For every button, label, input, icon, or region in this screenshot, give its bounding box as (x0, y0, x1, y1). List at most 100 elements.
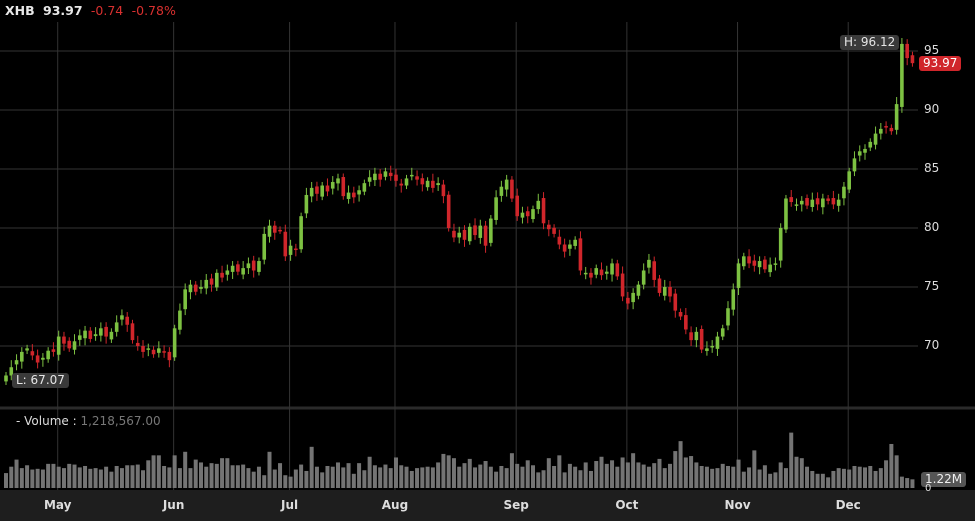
volume-bar (615, 466, 620, 488)
candle-down (615, 263, 620, 277)
volume-bar (256, 466, 261, 488)
candle-up (204, 279, 209, 289)
volume-bar (731, 466, 736, 488)
candle-up (14, 360, 19, 365)
volume-title[interactable]: - Volume : (16, 414, 77, 428)
candle-down (193, 284, 198, 292)
volume-bar (805, 466, 810, 488)
volume-bar (483, 461, 488, 488)
candle-up (641, 270, 646, 285)
candle-down (130, 323, 135, 341)
volume-bar (531, 465, 535, 488)
volume-bar (151, 455, 156, 488)
candle-up (594, 268, 599, 275)
candle-down (752, 260, 757, 266)
volume-bar (710, 468, 715, 488)
volume-bar (625, 462, 630, 488)
candle-up (647, 259, 651, 268)
candle-down (562, 244, 567, 252)
volume-bar (177, 468, 182, 488)
candle-up (188, 284, 193, 293)
candle-up (705, 348, 709, 351)
volume-bar (657, 458, 662, 488)
price-chart[interactable] (0, 0, 975, 521)
candle-down (589, 272, 593, 278)
candle-down (826, 198, 830, 201)
volume-bar (783, 468, 788, 488)
candle-up (504, 179, 509, 190)
volume-bar (683, 457, 688, 488)
volume-bar (768, 473, 773, 488)
candle-up (467, 226, 472, 242)
volume-bar (552, 465, 557, 488)
candle-up (257, 261, 261, 272)
candle-down (209, 278, 214, 285)
candle-down (684, 315, 688, 330)
candle-up (499, 186, 504, 196)
volume-bar (694, 462, 699, 488)
candle-down (315, 186, 319, 194)
volume-bar (399, 465, 404, 488)
volume-bar (35, 468, 40, 488)
candle-up (583, 272, 588, 275)
volume-bar (588, 470, 593, 488)
x-tick-label: Jun (162, 498, 185, 512)
volume-bar (241, 464, 246, 488)
candle-up (710, 346, 714, 348)
candle-up (357, 190, 361, 195)
volume-bar (109, 471, 114, 488)
candle-down (62, 336, 66, 344)
volume-bar (652, 463, 657, 488)
candle-down (763, 259, 767, 270)
candle-down (35, 355, 40, 363)
volume-bar (436, 462, 441, 488)
candle-up (494, 197, 498, 220)
volume-bar (831, 470, 836, 488)
volume-bar (388, 468, 393, 488)
y-tick-label: 75 (924, 279, 940, 293)
volume-bar (351, 473, 356, 488)
volume-bar (752, 450, 757, 488)
volume-bar (841, 468, 846, 488)
volume-bar (83, 465, 88, 488)
candle-up (93, 334, 98, 337)
candle-down (141, 346, 145, 352)
candle-up (715, 336, 720, 349)
volume-bar (172, 455, 177, 488)
volume-bar (19, 468, 24, 488)
candle-up (731, 289, 736, 310)
candle-down (278, 229, 282, 232)
volume-legend: - Volume : 1,218,567.00 (16, 414, 161, 428)
volume-bar (235, 465, 240, 488)
candle-up (373, 173, 377, 181)
volume-bar (272, 469, 277, 488)
volume-bar (794, 456, 799, 488)
candle-up (568, 244, 572, 249)
volume-bar (119, 468, 124, 488)
candle-up (41, 357, 45, 360)
volume-bar (40, 469, 45, 488)
candle-down (283, 231, 288, 257)
volume-bar (404, 466, 409, 488)
candle-up (631, 292, 635, 303)
candle-down (541, 198, 546, 224)
candle-up (863, 148, 867, 153)
volume-bar (847, 469, 852, 488)
volume-bar (451, 458, 456, 488)
volume-bar (599, 456, 604, 488)
volume-bar (525, 460, 530, 488)
volume-zero-tick: 0 (925, 483, 932, 494)
candle-down (678, 312, 683, 317)
candle-up (810, 199, 815, 207)
volume-bar (536, 472, 541, 488)
volume-bar (225, 458, 230, 488)
volume-bar (762, 465, 767, 488)
x-tick-label: Sep (503, 498, 529, 512)
volume-bar (857, 466, 862, 488)
volume-bar (130, 465, 135, 488)
candle-down (236, 264, 240, 272)
candle-down (910, 55, 915, 64)
candle-down (341, 177, 346, 197)
volume-bar (668, 463, 673, 488)
high-label: H: 96.12 (840, 35, 900, 50)
